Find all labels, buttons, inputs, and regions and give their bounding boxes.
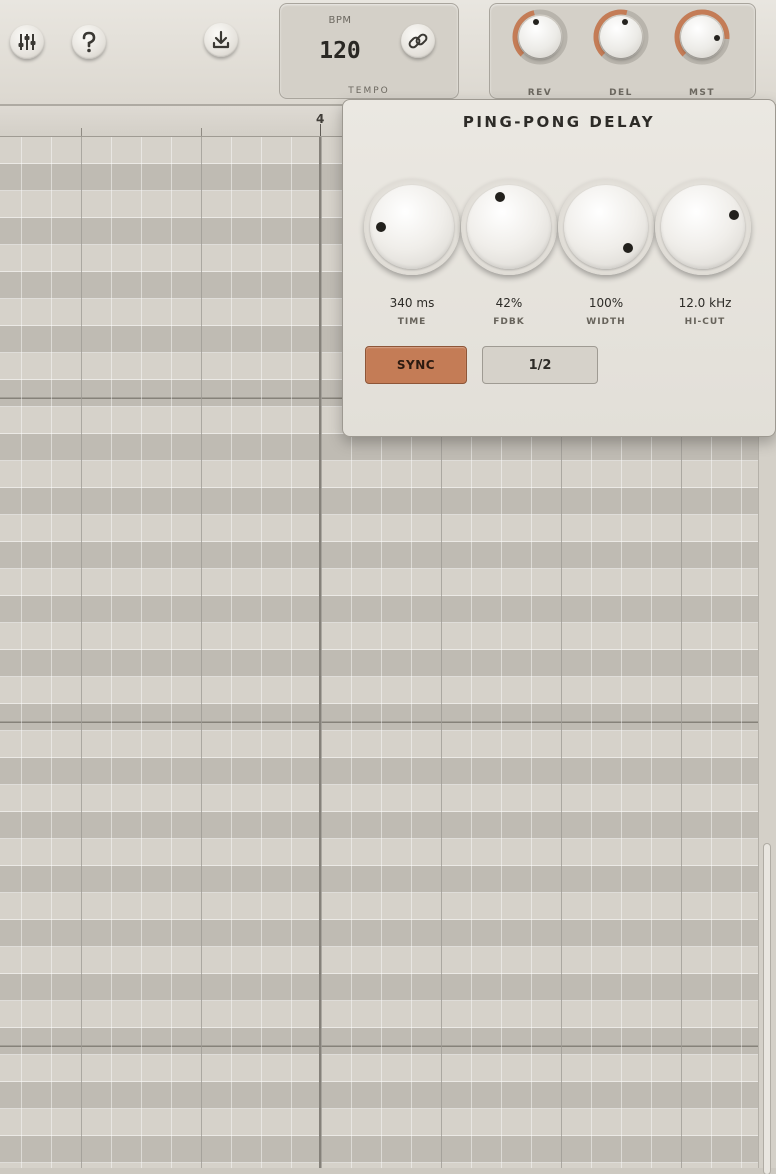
hi-cut-label: HI-CUT xyxy=(684,317,726,327)
width-label: WIDTH xyxy=(586,317,626,327)
top-toolbar: BPM 120 TEMPO REV DEL MST xyxy=(0,0,776,106)
download-icon xyxy=(211,30,231,50)
delay-send-knob[interactable] xyxy=(593,9,649,65)
master-knob[interactable] xyxy=(674,9,730,65)
ruler-tick xyxy=(201,128,202,136)
knob-indicator xyxy=(623,243,633,253)
width-value: 100% xyxy=(588,296,624,310)
knob-indicator xyxy=(729,210,739,220)
mixer-button[interactable] xyxy=(10,25,44,59)
export-button[interactable] xyxy=(204,23,238,57)
time-label: TIME xyxy=(397,317,427,327)
bpm-label: BPM xyxy=(328,15,352,26)
time-value: 340 ms xyxy=(389,296,435,310)
hi-cut-value: 12.0 kHz xyxy=(678,296,732,310)
feedback-label: FDBK xyxy=(493,317,525,327)
ruler-bar-number: 4 xyxy=(316,112,325,126)
mixer-sliders-icon xyxy=(17,32,37,52)
help-icon xyxy=(79,31,99,53)
tempo-panel: BPM 120 TEMPO xyxy=(279,3,459,99)
note-division-button[interactable]: 1/2 xyxy=(482,346,598,384)
hi-cut-knob[interactable] xyxy=(655,179,751,275)
tempo-label: TEMPO xyxy=(348,86,390,96)
help-button[interactable] xyxy=(72,25,106,59)
delay-send-label: DEL xyxy=(609,88,633,98)
width-knob[interactable] xyxy=(558,179,654,275)
tempo-value[interactable]: 120 xyxy=(280,38,400,64)
popover-title: PING-PONG DELAY xyxy=(462,113,656,131)
ruler-tick xyxy=(81,128,82,136)
tempo-link-button[interactable] xyxy=(401,24,435,58)
knob-indicator xyxy=(495,192,505,202)
delay-popover: PING-PONG DELAY 340 ms TIME 42% FDBK 100… xyxy=(342,99,776,437)
link-icon xyxy=(407,30,429,52)
master-label: MST xyxy=(688,88,716,98)
sync-button[interactable]: SYNC xyxy=(365,346,467,384)
feedback-value: 42% xyxy=(495,296,523,310)
reverb-send-knob[interactable] xyxy=(512,9,568,65)
reverb-send-label: REV xyxy=(527,88,553,98)
scrollbar-thumb[interactable] xyxy=(764,844,770,1174)
feedback-knob[interactable] xyxy=(461,179,557,275)
sends-panel: REV DEL MST xyxy=(489,3,756,99)
time-knob[interactable] xyxy=(364,179,460,275)
knob-indicator xyxy=(376,222,386,232)
